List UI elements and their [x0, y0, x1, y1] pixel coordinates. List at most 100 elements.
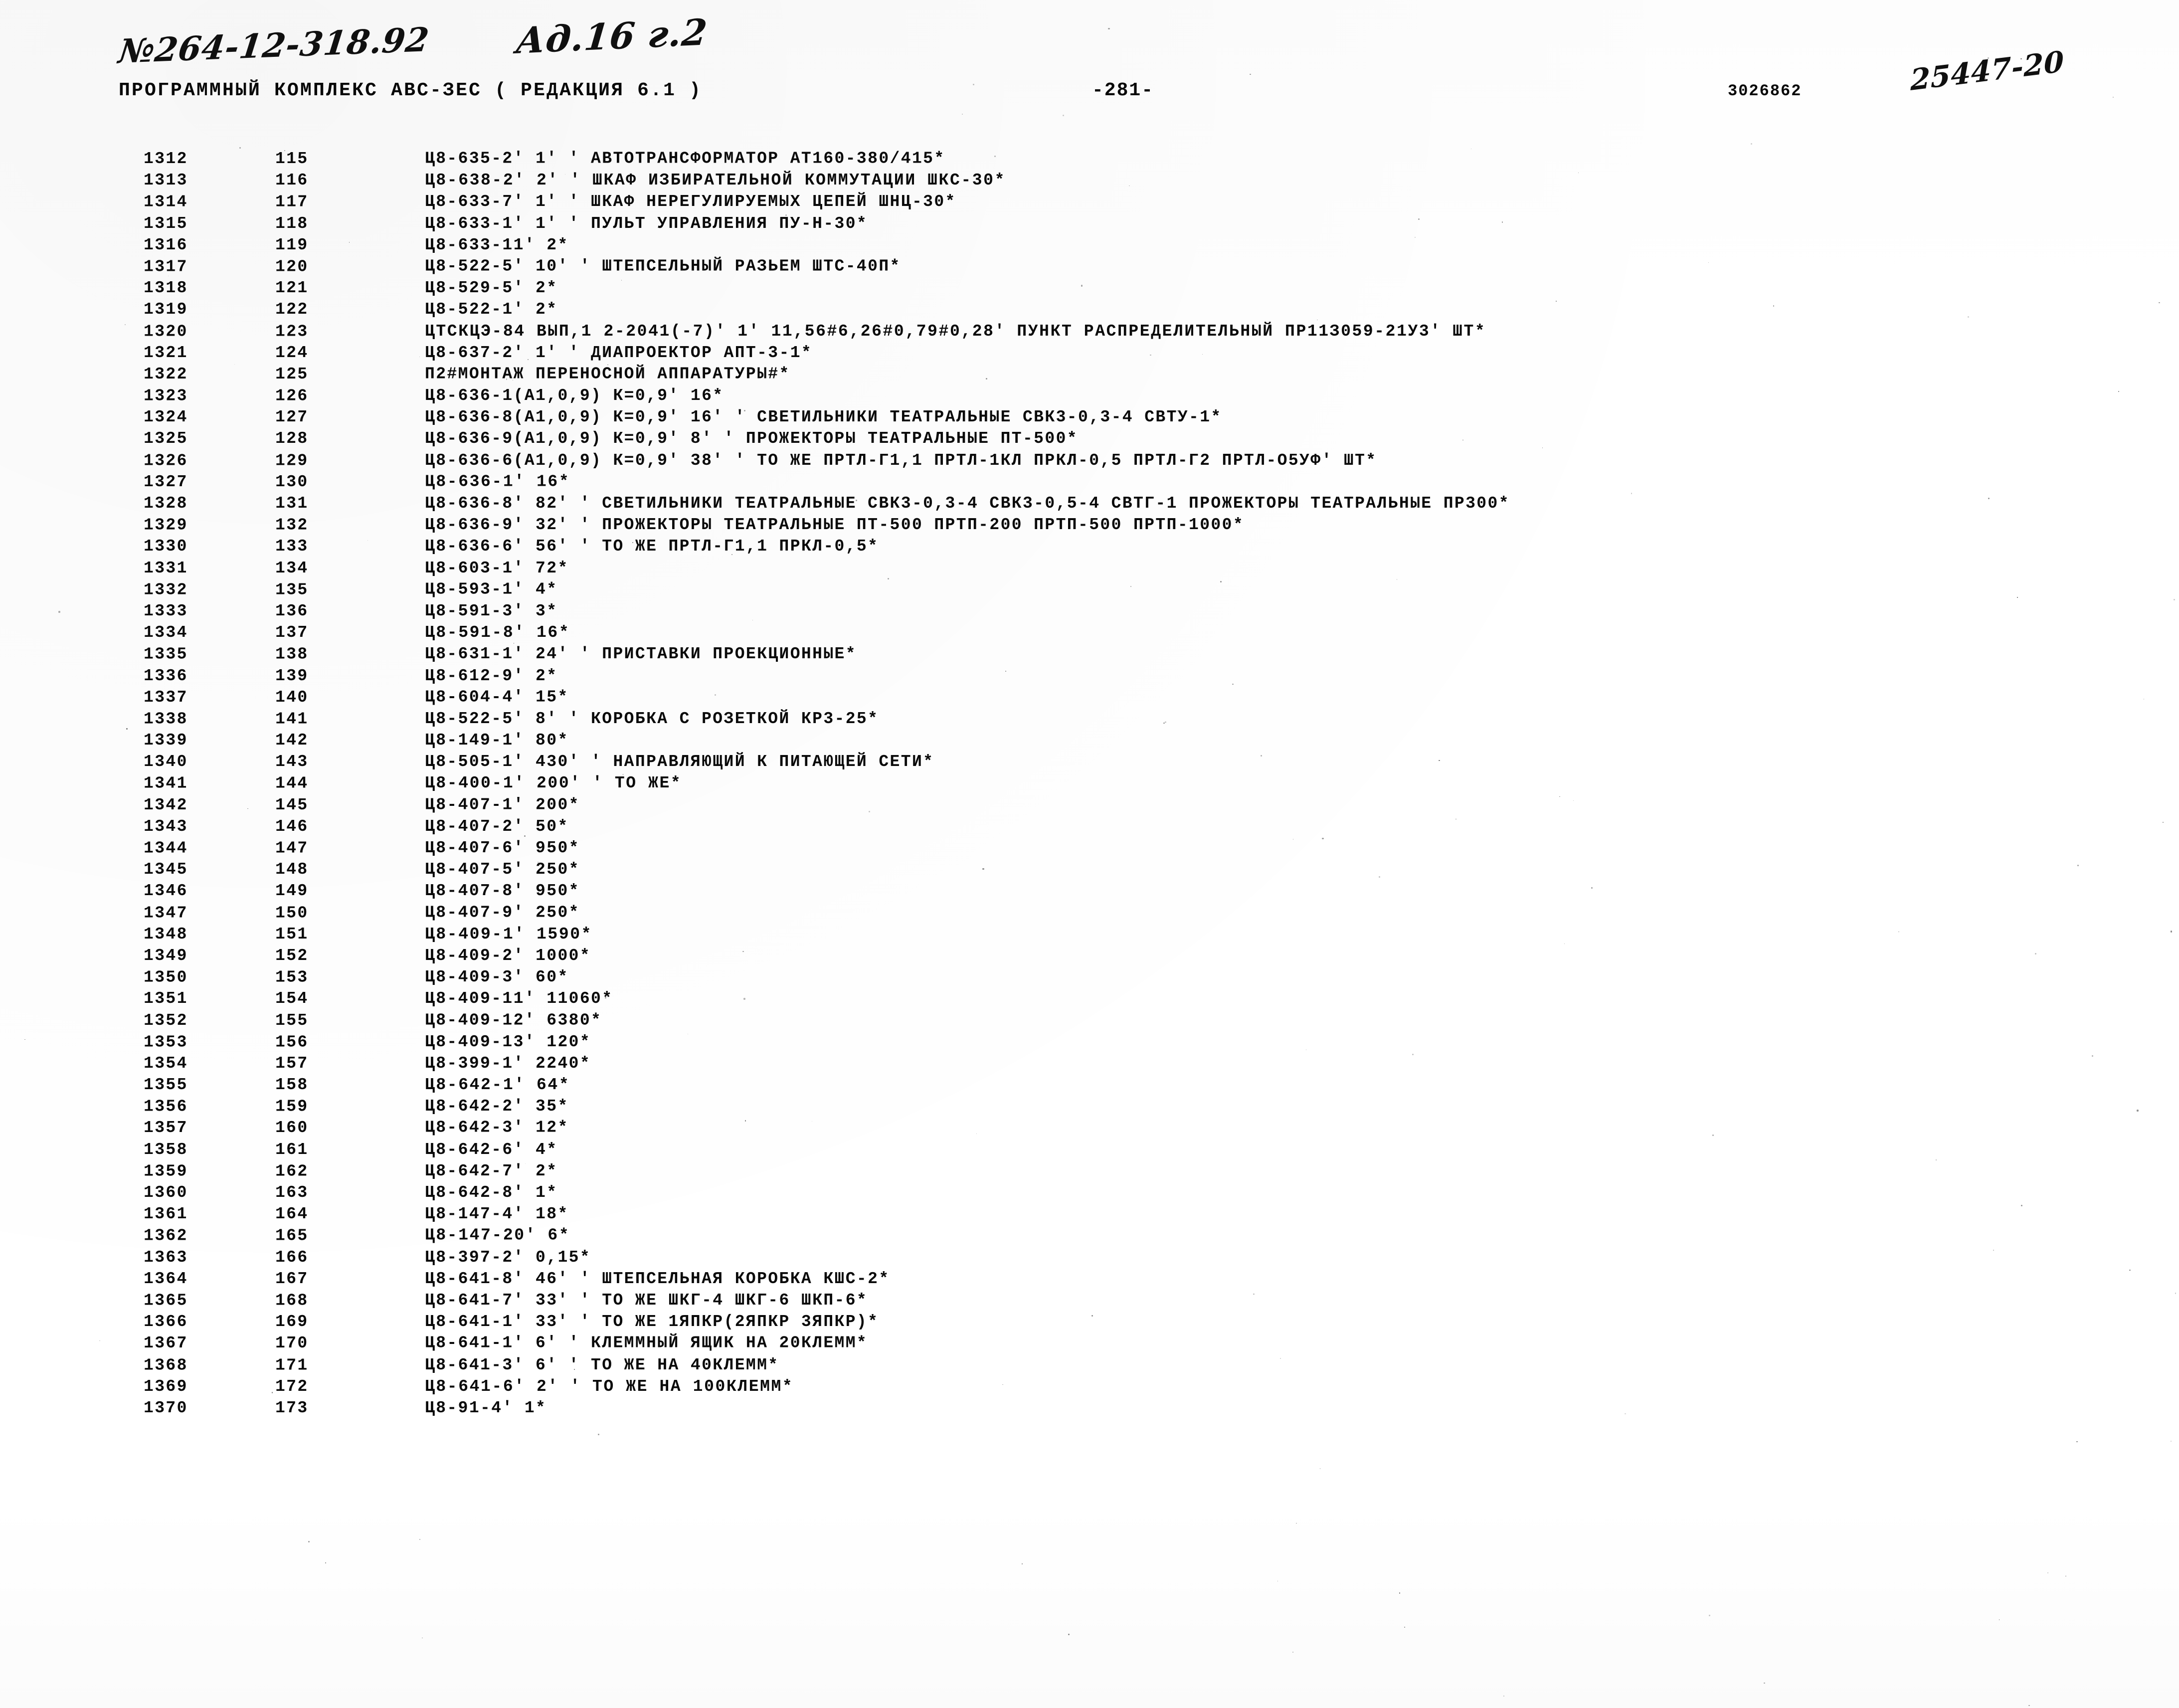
row-item-number: 150 — [275, 904, 309, 923]
row-sequence-number: 1322 — [144, 365, 188, 383]
table-row: 1359 162 Ц8-642-7' 2* — [0, 1162, 2179, 1183]
row-sequence-number: 1348 — [144, 925, 188, 944]
row-resource-code-description: Ц8-149-1' 80* — [425, 731, 569, 750]
table-row: 1357 160 Ц8-642-3' 12* — [0, 1119, 2179, 1140]
row-resource-code-description: Ц8-633-1' 1' ' ПУЛЬТ УПРАВЛЕНИЯ ПУ-Н-30* — [425, 214, 868, 233]
row-sequence-number: 1356 — [144, 1097, 188, 1116]
row-item-number: 149 — [275, 882, 309, 901]
table-row: 1366 169 Ц8-641-1' 33' ' ТО ЖЕ 1ЯПКР(2ЯПКР… — [0, 1313, 2179, 1334]
row-item-number: 152 — [275, 946, 309, 965]
table-row: 1325 128 Ц8-636-9(А1,0,9) К=0,9' 8' ' ПРОЖ… — [0, 429, 2179, 451]
row-sequence-number: 1369 — [144, 1377, 188, 1396]
row-sequence-number: 1334 — [144, 623, 188, 642]
table-row: 1340 143 Ц8-505-1' 430' ' НАПРАВЛЯЮЩИЙ К П… — [0, 753, 2179, 774]
row-resource-code-description: Ц8-642-7' 2* — [425, 1161, 558, 1180]
row-sequence-number: 1359 — [144, 1162, 188, 1181]
scan-speckle — [308, 1541, 310, 1543]
row-resource-code-description: Ц8-593-1' 4* — [425, 580, 558, 599]
row-sequence-number: 1346 — [144, 882, 188, 901]
row-sequence-number: 1315 — [144, 214, 188, 233]
row-resource-code-description: Ц8-522-5' 10' ' ШТЕПСЕЛЬНЫЙ РАЗЬЕМ ШТС-4… — [425, 257, 901, 276]
table-row: 1332 135 Ц8-593-1' 4* — [0, 580, 2179, 602]
row-item-number: 167 — [275, 1269, 309, 1288]
row-sequence-number: 1345 — [144, 860, 188, 879]
row-resource-code-description: Ц8-409-12' 6380* — [425, 1011, 602, 1029]
row-sequence-number: 1353 — [144, 1033, 188, 1052]
row-item-number: 164 — [275, 1205, 309, 1224]
table-row: 1312 115 Ц8-635-2' 1' ' АВТОТРАНСФОРМАТОР … — [0, 150, 2179, 171]
row-item-number: 172 — [275, 1377, 309, 1396]
job-number: 3026862 — [1728, 82, 1802, 100]
scan-speckle — [1404, 1626, 1405, 1628]
row-item-number: 160 — [275, 1119, 309, 1138]
row-resource-code-description: Ц8-505-1' 430' ' НАПРАВЛЯЮЩИЙ К ПИТАЮЩЕЙ… — [425, 753, 934, 771]
table-row: 1328 131 Ц8-636-8' 82' ' СВЕТИЛЬНИКИ ТЕАТР… — [0, 494, 2179, 516]
scan-speckle — [1763, 1682, 1765, 1684]
row-sequence-number: 1329 — [144, 516, 188, 535]
table-row: 1369 172 Ц8-641-6' 2' ' ТО ЖЕ НА 100КЛЕММ* — [0, 1377, 2179, 1399]
row-sequence-number: 1342 — [144, 795, 188, 814]
row-resource-code-description: Ц8-147-20' 6* — [425, 1226, 570, 1245]
row-sequence-number: 1363 — [144, 1248, 188, 1267]
scan-speckle — [1399, 1592, 1401, 1594]
row-sequence-number: 1313 — [144, 171, 188, 190]
row-resource-code-description: Ц8-636-6' 56' ' ТО ЖЕ ПРТЛ-Г1,1 ПРКЛ-0,5… — [425, 537, 879, 556]
row-item-number: 124 — [275, 343, 309, 362]
row-resource-code-description: Ц8-636-8(А1,0,9) К=0,9' 16' ' СВЕТИЛЬНИК… — [425, 408, 1222, 427]
row-item-number: 132 — [275, 516, 309, 535]
scan-speckle — [1292, 1652, 1293, 1653]
table-row: 1323 126 Ц8-636-1(А1,0,9) К=0,9' 16* — [0, 386, 2179, 408]
row-sequence-number: 1366 — [144, 1313, 188, 1331]
row-item-number: 115 — [275, 150, 309, 168]
row-item-number: 155 — [275, 1011, 309, 1030]
table-row: 1362 165 Ц8-147-20' 6* — [0, 1226, 2179, 1248]
row-item-number: 136 — [275, 601, 309, 620]
row-item-number: 130 — [275, 472, 309, 491]
row-item-number: 143 — [275, 753, 309, 771]
row-resource-code-description: Ц8-400-1' 200' ' ТО ЖЕ* — [425, 774, 682, 793]
table-row: 1331 134 Ц8-603-1' 72* — [0, 559, 2179, 580]
row-item-number: 144 — [275, 774, 309, 793]
table-row: 1360 163 Ц8-642-8' 1* — [0, 1183, 2179, 1205]
row-sequence-number: 1365 — [144, 1291, 188, 1310]
row-sequence-number: 1335 — [144, 645, 188, 664]
row-resource-code-description: Ц8-409-2' 1000* — [425, 946, 591, 965]
row-resource-code-description: Ц8-591-3' 3* — [425, 601, 558, 620]
row-sequence-number: 1370 — [144, 1398, 188, 1417]
row-sequence-number: 1326 — [144, 451, 188, 470]
row-resource-code-description: Ц8-409-13' 120* — [425, 1032, 591, 1051]
row-sequence-number: 1312 — [144, 150, 188, 168]
row-resource-code-description: Ц8-641-1' 6' ' КЛЕММНЫЙ ЯЩИК НА 20КЛЕММ* — [425, 1333, 868, 1352]
row-sequence-number: 1333 — [144, 601, 188, 620]
row-resource-code-description: Ц8-638-2' 2' ' ШКАФ ИЗБИРАТЕЛЬНОЙ КОММУТ… — [425, 171, 1006, 190]
row-item-number: 158 — [275, 1076, 309, 1095]
page-number: -281- — [1092, 80, 1154, 101]
row-item-number: 173 — [275, 1398, 309, 1417]
scan-speckle — [1063, 115, 1064, 116]
table-row: 1346 149 Ц8-407-8' 950* — [0, 882, 2179, 903]
table-row: 1341 144 Ц8-400-1' 200' ' ТО ЖЕ* — [0, 774, 2179, 795]
row-resource-code-description: Ц8-147-4' 18* — [425, 1205, 569, 1224]
row-item-number: 138 — [275, 645, 309, 664]
scan-speckle — [239, 147, 241, 149]
row-sequence-number: 1320 — [144, 322, 188, 341]
row-item-number: 125 — [275, 365, 309, 383]
row-item-number: 151 — [275, 925, 309, 944]
scan-speckle — [1021, 1563, 1023, 1564]
row-resource-code-description: Ц8-522-1' 2* — [425, 300, 558, 319]
row-sequence-number: 1336 — [144, 666, 188, 685]
row-sequence-number: 1316 — [144, 235, 188, 254]
row-resource-code-description: Ц8-612-9' 2* — [425, 666, 558, 685]
row-resource-code-description: Ц8-407-9' 250* — [425, 903, 580, 922]
row-sequence-number: 1330 — [144, 537, 188, 556]
row-sequence-number: 1328 — [144, 494, 188, 513]
table-row: 1348 151 Ц8-409-1' 1590* — [0, 925, 2179, 947]
table-row: 1335 138 Ц8-631-1' 24' ' ПРИСТАВКИ ПРОЕКЦИ… — [0, 645, 2179, 666]
table-row: 1352 155 Ц8-409-12' 6380* — [0, 1011, 2179, 1033]
row-resource-code-description: Ц8-409-11' 11060* — [425, 989, 613, 1008]
listing-table: 1312 115 Ц8-635-2' 1' ' АВТОТРАНСФОРМАТОР … — [0, 150, 2179, 1420]
row-item-number: 153 — [275, 968, 309, 987]
row-item-number: 127 — [275, 408, 309, 427]
row-item-number: 139 — [275, 666, 309, 685]
table-row: 1356 159 Ц8-642-2' 35* — [0, 1097, 2179, 1119]
